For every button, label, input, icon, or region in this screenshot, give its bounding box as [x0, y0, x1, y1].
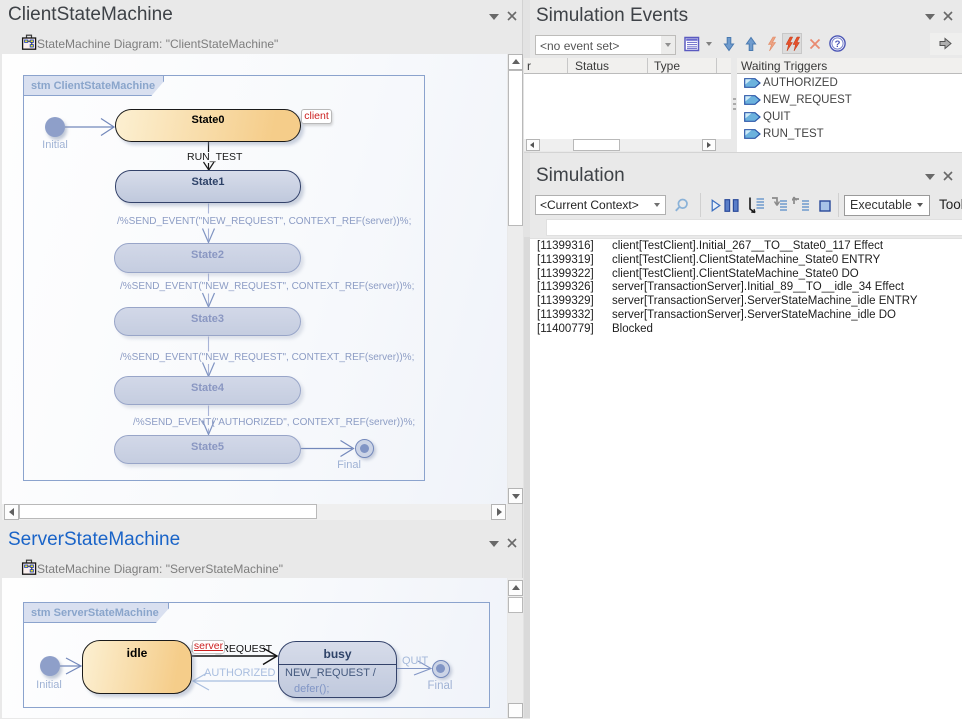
svg-text:?: ?: [835, 39, 841, 50]
